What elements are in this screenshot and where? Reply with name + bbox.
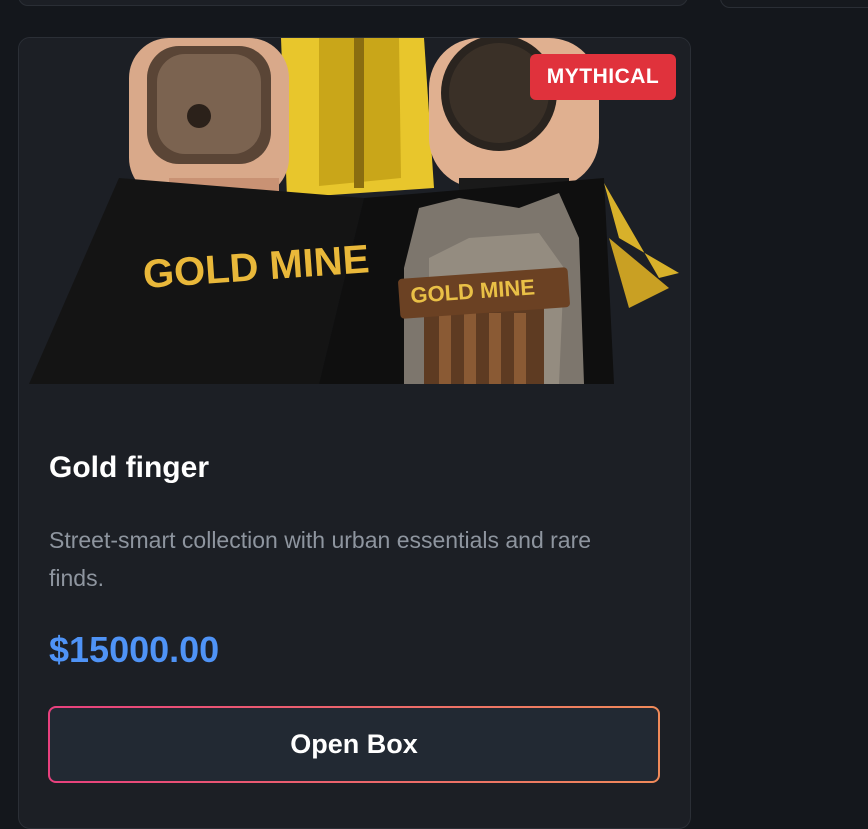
box-title: Gold finger bbox=[49, 451, 209, 484]
open-box-button[interactable]: Open Box bbox=[48, 706, 660, 783]
previous-card-edge bbox=[18, 0, 688, 6]
rarity-badge: MYTHICAL bbox=[530, 54, 676, 100]
adjacent-card-edge bbox=[720, 0, 868, 8]
box-description: Street-smart collection with urban essen… bbox=[49, 527, 592, 591]
mystery-box-card[interactable]: GOLD MINE GOLD MINE MYTHICAL Gold finger… bbox=[18, 37, 691, 829]
open-box-button-label: Open Box bbox=[50, 708, 658, 781]
box-price: $15000.00 bbox=[49, 629, 220, 670]
